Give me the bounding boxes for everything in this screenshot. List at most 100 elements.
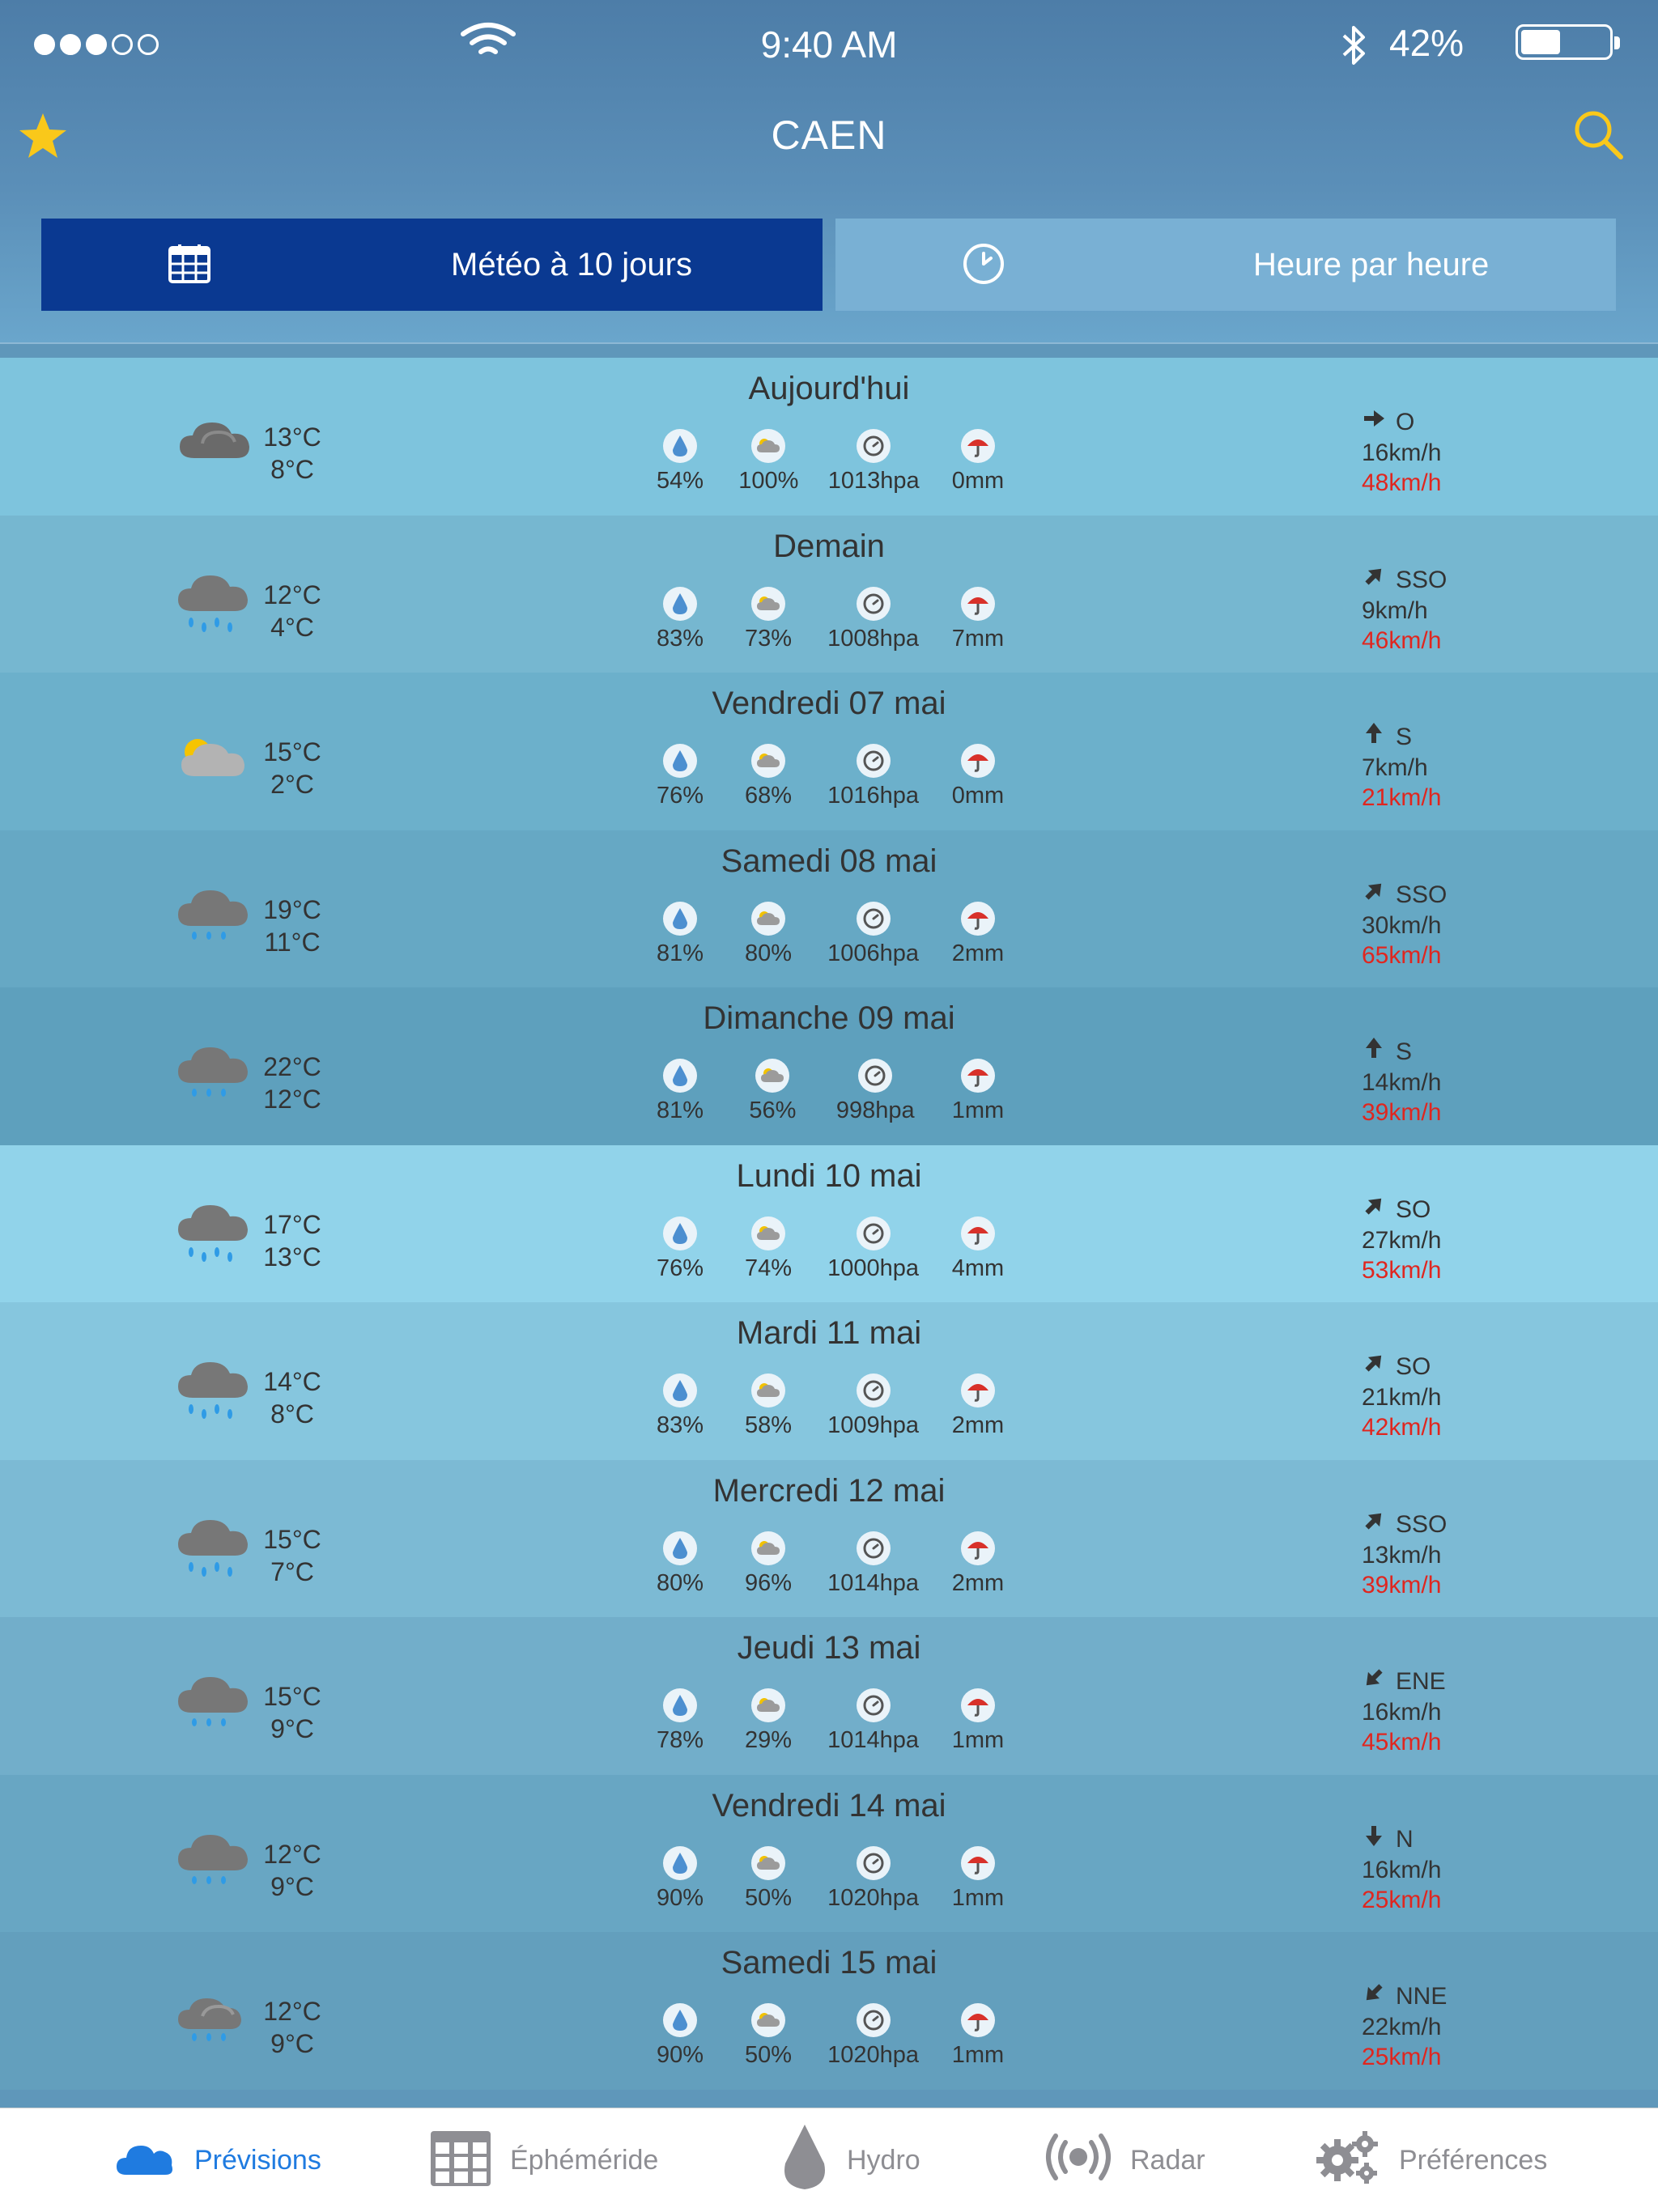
temp-min: 13°C [263, 1242, 321, 1272]
tab-ephemeride[interactable]: Éphéméride [429, 2108, 658, 2212]
wind-speed: 7km/h [1362, 754, 1428, 781]
forecast-row[interactable]: Jeudi 13 mai 15°C 9°C 78% 29% 1014hpa 1mm ENE 16… [0, 1617, 1658, 1775]
cloud-cover-stat: 29% [739, 1688, 797, 1754]
cloud-cover-value: 96% [745, 1569, 793, 1596]
wind-info: O 16km/h 48km/h [1362, 406, 1540, 498]
humidity-value: 83% [656, 1412, 704, 1438]
wind-direction: NNE [1362, 1981, 1540, 2012]
rain-stat: 1mm [949, 1688, 1007, 1754]
wind-gust: 39km/h [1362, 1099, 1442, 1126]
humidity-stat: 76% [651, 744, 709, 809]
wind-direction: O [1362, 406, 1540, 438]
wind-speed: 16km/h [1362, 439, 1442, 466]
wind-speed: 16km/h [1362, 1699, 1442, 1726]
forecast-row[interactable]: Dimanche 09 mai 22°C 12°C 81% 56% 998hpa 1mm S 1… [0, 987, 1658, 1145]
temp-max: 22°C [263, 1052, 321, 1081]
rain-stat: 2mm [949, 901, 1007, 967]
cloudy-icon [170, 408, 259, 481]
wind-gust: 53km/h [1362, 1256, 1442, 1284]
rain-value: 2mm [951, 1412, 1005, 1438]
umbrella-icon [961, 1688, 995, 1722]
humidity-value: 90% [656, 1884, 704, 1911]
tab-preferences-label: Préférences [1399, 2144, 1548, 2176]
temperature-range: 12°C 9°C [256, 1995, 329, 2060]
umbrella-icon [961, 744, 995, 778]
temp-min: 9°C [270, 2029, 314, 2058]
cloud-cover-icon [751, 744, 786, 778]
humidity-stat: 54% [651, 429, 709, 495]
tab-10-day-forecast[interactable]: Météo à 10 jours [41, 219, 823, 311]
forecast-row[interactable]: Samedi 15 mai 12°C 9°C 90% 50% 1020hpa 1mm NNE 2… [0, 1932, 1658, 2090]
humidity-value: 54% [656, 468, 704, 494]
cloud-cover-icon [751, 1845, 786, 1880]
temp-max: 15°C [263, 737, 321, 766]
umbrella-icon [961, 1216, 995, 1250]
humidity-value: 80% [656, 1569, 704, 1596]
water-drop-icon [780, 2123, 829, 2198]
umbrella-icon [961, 901, 995, 936]
forecast-row[interactable]: Vendredi 14 mai 12°C 9°C 90% 50% 1020hpa 1mm N 1… [0, 1774, 1658, 1932]
cloud-cover-icon [751, 1531, 786, 1565]
umbrella-icon [961, 2003, 995, 2037]
weather-stats: 90% 50% 1020hpa 1mm [651, 1845, 1007, 1912]
humidity-drop-icon [663, 2003, 697, 2037]
wind-info: SO 27km/h 53km/h [1362, 1194, 1540, 1285]
wind-gust: 39km/h [1362, 1571, 1442, 1598]
day-title: Samedi 15 mai [721, 1945, 937, 1981]
pressure-gauge-icon [856, 1688, 891, 1722]
rain-value: 2mm [951, 940, 1005, 966]
forecast-row[interactable]: Mardi 11 mai 14°C 8°C 83% 58% 1009hpa 2mm SO 21k… [0, 1302, 1658, 1460]
wind-speed: 27km/h [1362, 1226, 1442, 1254]
weather-stats: 83% 73% 1008hpa 7mm [651, 586, 1007, 652]
forecast-row[interactable]: Mercredi 12 mai 15°C 7°C 80% 96% 1014hpa 2mm SS… [0, 1459, 1658, 1617]
search-icon[interactable] [1571, 107, 1629, 169]
temp-max: 15°C [263, 1524, 321, 1554]
day-title: Vendredi 07 mai [712, 686, 946, 721]
cloud-cover-icon [751, 901, 786, 936]
forecast-row[interactable]: Aujourd'hui 13°C 8°C 54% 100% 1013hpa 0mm O 16km… [0, 358, 1658, 516]
pressure-value: 1020hpa [827, 2042, 919, 2068]
humidity-drop-icon [663, 901, 697, 936]
wind-info: SSO 30km/h 65km/h [1362, 879, 1540, 970]
forecast-row[interactable]: Lundi 10 mai 17°C 13°C 76% 74% 1000hpa 4mm SO 27… [0, 1144, 1658, 1302]
forecast-row[interactable]: Samedi 08 mai 19°C 11°C 81% 80% 1006hpa 2mm SSO… [0, 830, 1658, 987]
temp-min: 4°C [270, 612, 314, 642]
humidity-value: 76% [656, 783, 704, 809]
wind-info: N 16km/h 25km/h [1362, 1824, 1540, 1915]
tab-hourly[interactable]: Heure par heure [835, 219, 1616, 311]
tab-radar[interactable]: Radar [1044, 2108, 1205, 2212]
humidity-drop-icon [663, 429, 697, 463]
humidity-value: 83% [656, 625, 704, 652]
cloud-cover-stat: 80% [739, 901, 797, 967]
wind-speed: 30km/h [1362, 911, 1442, 939]
day-title: Dimanche 09 mai [703, 1000, 955, 1036]
rain-stat: 7mm [949, 586, 1007, 652]
umbrella-icon [960, 429, 995, 463]
weather-stats: 81% 56% 998hpa 1mm [651, 1059, 1007, 1124]
tab-preferences[interactable]: Préférences [1313, 2108, 1547, 2212]
wind-direction: S [1362, 721, 1540, 753]
day-title: Mardi 11 mai [736, 1315, 922, 1351]
cloud-cover-icon [751, 1373, 786, 1407]
tab-previsions[interactable]: Prévisions [115, 2108, 321, 2212]
humidity-value: 81% [656, 1098, 704, 1123]
forecast-row[interactable]: Demain 12°C 4°C 83% 73% 1008hpa 7mm SSO 9km/h 46k… [0, 515, 1658, 673]
weather-stats: 90% 50% 1020hpa 1mm [651, 2003, 1007, 2069]
pressure-stat: 1013hpa [828, 429, 920, 495]
temperature-range: 17°C 13°C [256, 1208, 329, 1273]
forecast-row[interactable]: Vendredi 07 mai 15°C 2°C 76% 68% 1016hpa 0mm S 7… [0, 673, 1658, 830]
humidity-stat: 78% [651, 1688, 709, 1754]
humidity-value: 78% [656, 1727, 704, 1753]
day-title: Samedi 08 mai [721, 843, 937, 879]
pressure-gauge-icon [858, 1059, 893, 1093]
pressure-gauge-icon [857, 429, 891, 463]
light-rain-icon [170, 1667, 259, 1740]
temp-max: 12°C [263, 1839, 321, 1869]
pressure-value: 1014hpa [827, 1727, 919, 1753]
pressure-stat: 1020hpa [827, 1845, 919, 1912]
wind-speed: 14km/h [1362, 1069, 1442, 1096]
forecast-list[interactable]: Aujourd'hui 13°C 8°C 54% 100% 1013hpa 0mm O 16km… [0, 358, 1658, 2106]
rain-value: 1mm [951, 2042, 1005, 2068]
header-divider [0, 342, 1658, 344]
tab-hydro[interactable]: Hydro [780, 2108, 920, 2212]
